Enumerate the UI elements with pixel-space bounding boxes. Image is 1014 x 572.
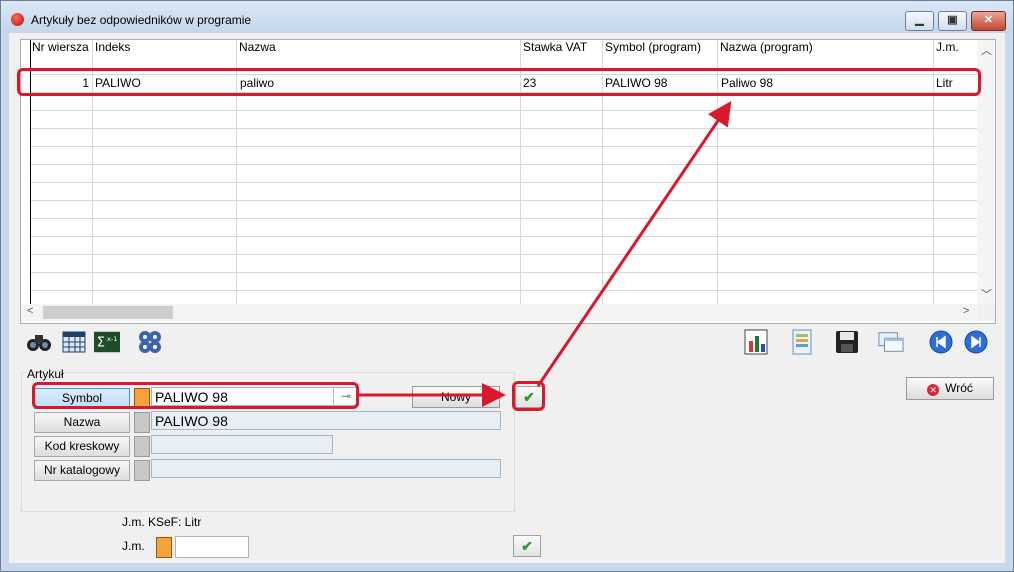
arrow-to-row	[536, 101, 732, 387]
annotation-arrows	[356, 101, 732, 407]
